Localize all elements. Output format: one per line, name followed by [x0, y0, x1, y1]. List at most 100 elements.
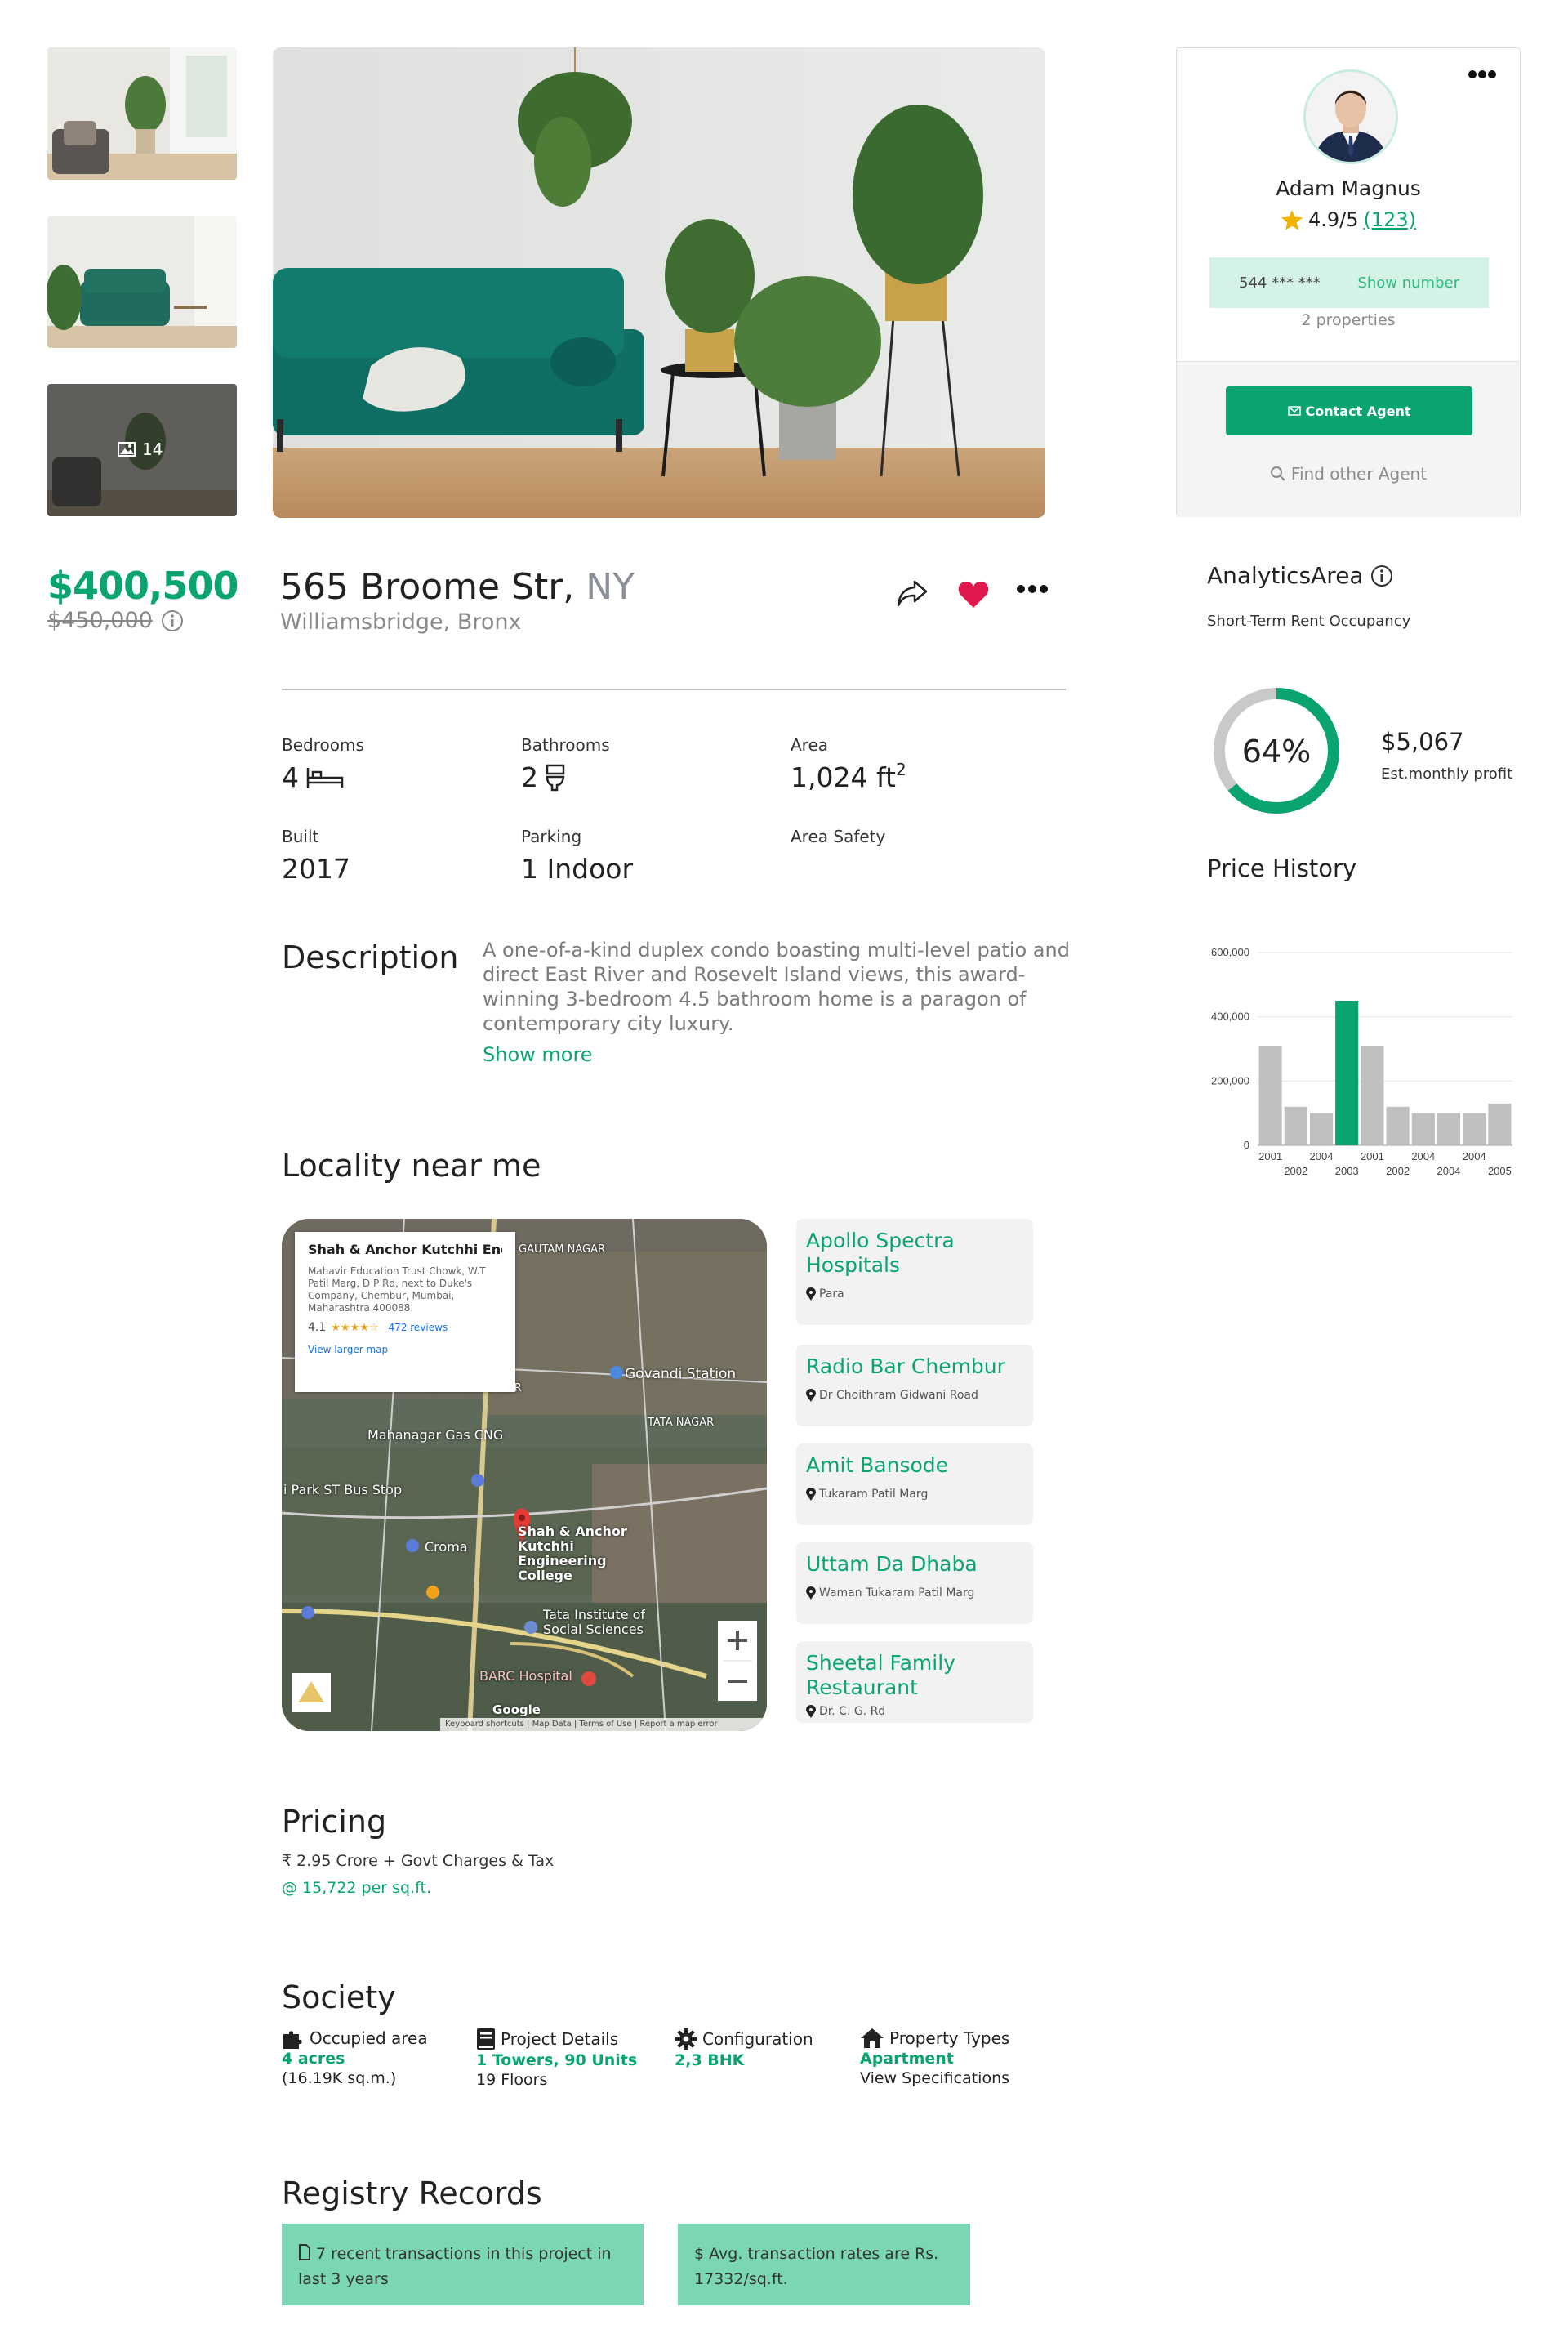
agent-reviews-link[interactable]: (123) [1363, 208, 1416, 231]
spec-built: Built 2017 [282, 827, 350, 885]
spec-value: 2017 [282, 853, 350, 885]
pricing-title: Pricing [282, 1804, 387, 1840]
chart-y-tick-label: 200,000 [1211, 1074, 1250, 1086]
agent-actions: Contact Agent Find other Agent [1177, 361, 1520, 517]
place-name: Apollo Spectra Hospitals [806, 1229, 955, 1277]
living-room-photo-1 [47, 47, 237, 180]
locality-map[interactable]: Shah & Anchor Kutchhi Engineering Colleg… [282, 1219, 767, 1731]
monthly-profit-label: Est.monthly profit [1381, 765, 1513, 783]
spec-label: Bathrooms [521, 735, 610, 755]
locality-place-card[interactable]: Apollo Spectra Hospitals Para [796, 1219, 1033, 1325]
find-other-agent-link[interactable]: Find other Agent [1177, 464, 1520, 484]
locality-title: Locality near me [282, 1148, 541, 1184]
place-name: Radio Bar Chembur [806, 1354, 1005, 1378]
property-city: NY [586, 566, 635, 608]
map-label-tiss: Tata Institute of Social Sciences [543, 1607, 646, 1637]
society-occupied-area: Occupied area 4 acres (16.19K sq.m.) [282, 2028, 428, 2088]
show-number-button[interactable]: Show number [1357, 274, 1459, 292]
society-configuration: Configuration 2,3 BHK [675, 2028, 813, 2070]
registry-rates-text: $ Avg. transaction rates are Rs. 17332/s… [694, 2245, 939, 2288]
price-history-chart: 0200,000400,000600,000200120022004200320… [1211, 946, 1512, 1176]
favorite-heart-icon[interactable] [957, 580, 990, 609]
view-larger-map-link[interactable]: View larger map [308, 1344, 502, 1355]
location-pin-icon [806, 1389, 816, 1402]
spec-bathrooms: Bathrooms 2 [521, 735, 610, 793]
chart-bar [1411, 1113, 1435, 1145]
image-icon [118, 442, 136, 457]
map-label-tata: TATA NAGAR [648, 1417, 715, 1429]
map-footer[interactable]: Keyboard shortcuts | Map Data | Terms of… [440, 1718, 767, 1731]
puzzle-icon [283, 2031, 302, 2049]
agent-more-options-icon[interactable] [1468, 69, 1497, 79]
info-icon[interactable] [161, 609, 184, 632]
map-place-rating: 4.1 [308, 1321, 327, 1334]
location-pin-icon [806, 1287, 816, 1301]
envelope-icon [1287, 406, 1301, 416]
more-options-icon[interactable] [1016, 583, 1049, 595]
spec-label: Parking [521, 827, 582, 846]
pricing-per-sqft: @ 15,722 per sq.ft. [282, 1879, 432, 1897]
contact-agent-button[interactable]: Contact Agent [1226, 386, 1472, 435]
agent-avatar[interactable] [1303, 69, 1398, 164]
location-pin-icon [806, 1586, 816, 1600]
hero-photo[interactable] [273, 47, 1045, 518]
gallery-thumb-3-more[interactable]: 14 [47, 384, 237, 516]
analytics-header: AnalyticsArea [1207, 562, 1393, 589]
map-place-reviews-link[interactable]: 472 reviews [389, 1322, 448, 1333]
analytics-subtitle: Short-Term Rent Occupancy [1207, 613, 1411, 630]
pricing-total: ₹ 2.95 Crore + Govt Charges & Tax [282, 1852, 555, 1870]
place-address-row: Para [806, 1287, 1023, 1301]
locality-place-card[interactable]: Sheetal Family Restaurant Dr. C. G. Rd [796, 1641, 1033, 1723]
chart-x-tick-label: 2004 [1437, 1165, 1461, 1176]
gallery-thumb-2[interactable] [47, 216, 237, 348]
chart-bar [1463, 1113, 1486, 1145]
place-name: Sheetal Family Restaurant [806, 1651, 956, 1699]
society-value: Apartment [860, 2050, 954, 2068]
property-title: 565 Broome Str, NY [280, 566, 635, 608]
locality-place-card[interactable]: Radio Bar Chembur Dr Choithram Gidwani R… [796, 1345, 1033, 1426]
place-address-row: Waman Tukaram Patil Marg [806, 1586, 1023, 1600]
chart-x-tick-label: 2002 [1386, 1165, 1410, 1176]
locality-place-card[interactable]: Amit Bansode Tukaram Patil Marg [796, 1443, 1033, 1525]
map-place-rating-row: 4.1 ★★★★☆ 472 reviews [308, 1321, 502, 1334]
gallery-thumb-1[interactable] [47, 47, 237, 180]
society-item-head: Configuration [675, 2028, 813, 2050]
chart-bar [1335, 1001, 1359, 1145]
society-label: Project Details [501, 2029, 619, 2049]
property-neighborhood: Williamsbridge, Bronx [280, 609, 522, 635]
spec-area-safety: Area Safety [791, 827, 885, 846]
agent-rating-row: 4.9/5 (123) [1177, 208, 1520, 231]
chart-y-tick-label: 600,000 [1211, 946, 1250, 958]
registry-transactions-box: 7 recent transactions in this project in… [282, 2224, 644, 2305]
place-address: Dr Choithram Gidwani Road [819, 1389, 978, 1402]
monthly-profit: $5,067 [1381, 728, 1464, 756]
agent-phone-box: 544 *** *** Show number [1209, 257, 1489, 308]
show-more-link[interactable]: Show more [483, 1043, 593, 1066]
society-title: Society [282, 1979, 396, 2015]
analytics-info-icon[interactable] [1370, 564, 1393, 587]
society-label: Configuration [702, 2029, 813, 2049]
spec-label: Built [282, 827, 319, 846]
place-name: Amit Bansode [806, 1453, 949, 1477]
place-address: Tukaram Patil Marg [819, 1488, 929, 1501]
place-address: Waman Tukaram Patil Marg [819, 1586, 975, 1600]
spec-value: 2 [521, 761, 538, 793]
map-label-gautam: GAUTAM NAGAR [519, 1243, 606, 1256]
spec-value-row: 2 [521, 761, 610, 793]
society-sub: 19 Floors [476, 2071, 548, 2089]
society-project-details: Project Details 1 Towers, 90 Units 19 Fl… [476, 2028, 637, 2090]
society-item-head: Property Types [860, 2028, 1009, 2049]
agent-card: Adam Magnus 4.9/5 (123) 544 *** *** Show… [1176, 47, 1521, 517]
spec-parking: Parking 1 Indoor [521, 827, 633, 885]
locality-place-card[interactable]: Uttam Da Dhaba Waman Tukaram Patil Marg [796, 1542, 1033, 1624]
registry-title: Registry Records [282, 2175, 542, 2211]
contact-agent-label: Contact Agent [1305, 403, 1411, 419]
chart-bar [1309, 1113, 1334, 1145]
share-icon[interactable] [895, 578, 929, 609]
chart-y-tick-label: 0 [1244, 1139, 1250, 1151]
map-pin-label: Shah & Anchor Kutchhi Engineering Colleg… [518, 1524, 627, 1583]
spec-value: 4 [282, 761, 299, 793]
view-specifications-link[interactable]: View Specifications [860, 2068, 1009, 2088]
chart-x-tick-label: 2004 [1310, 1150, 1334, 1162]
chart-bar [1488, 1103, 1512, 1145]
